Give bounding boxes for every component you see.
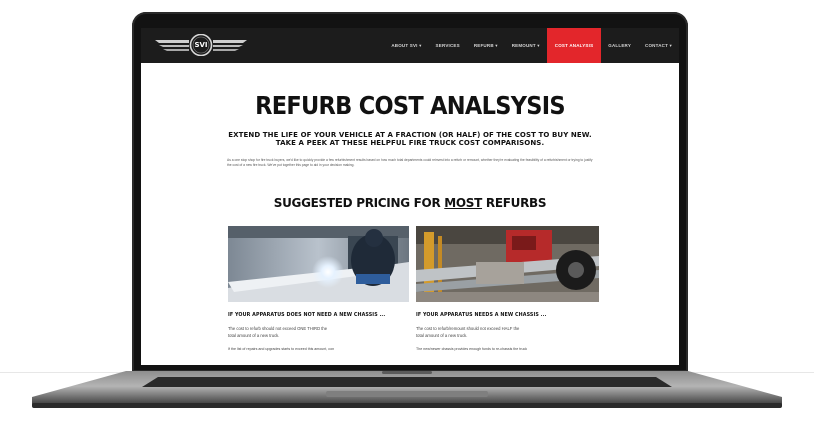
card-text-line: total amount of a new truck. (416, 333, 468, 338)
subtitle-line-1: EXTEND THE LIFE OF YOUR VEHICLE AT A FRA… (228, 131, 592, 139)
card-text-line: total amount of a new truck. (228, 333, 280, 338)
page-title: REFURB COST ANALSYSIS (255, 91, 566, 120)
card-text-line: The cost to refurb/remount should not ex… (416, 326, 520, 331)
card-text-line: The cost to refurb should not exceed ONE… (228, 326, 328, 331)
nav-item-about[interactable]: ABOUT SVI ▾ (384, 28, 428, 63)
site-logo[interactable]: SVI (153, 34, 249, 56)
nav-item-gallery[interactable]: GALLERY (601, 28, 638, 63)
intro-paragraph: As a one stop shop for fire truck buyers… (227, 158, 593, 167)
site-nav-bar: SVI ABOUT SVI ▾ SERVICES REFURB ▾ REMOUN… (141, 28, 679, 63)
card-heading-new-chassis: IF YOUR APPARATUS NEEDS A NEW CHASSIS ..… (416, 313, 547, 318)
laptop-screen: SVI ABOUT SVI ▾ SERVICES REFURB ▾ REMOUN… (141, 28, 679, 365)
nav-item-remount[interactable]: REMOUNT ▾ (505, 28, 547, 63)
nav-item-contact[interactable]: CONTACT ▾ (638, 28, 679, 63)
pricing-heading: SUGGESTED PRICING FOR MOST REFURBS (141, 196, 679, 210)
chassis-photo (416, 226, 599, 302)
laptop-base (30, 371, 784, 409)
pricing-heading-post: REFURBS (482, 196, 547, 210)
card-text-line: If the list of repairs and upgrades star… (228, 347, 335, 351)
nav-item-cost-analysis[interactable]: COST ANALYSIS (546, 28, 602, 63)
nav-item-refurb[interactable]: REFURB ▾ (467, 28, 505, 63)
page-subtitle: EXTEND THE LIFE OF YOUR VEHICLE AT A FRA… (141, 131, 679, 147)
card-text-line: The new/newer chassis provides enough fu… (416, 347, 528, 351)
nav-item-services[interactable]: SERVICES (429, 28, 467, 63)
card-heading-no-new-chassis: IF YOUR APPARATUS DOES NOT NEED A NEW CH… (228, 313, 386, 318)
logo-text: SVI (194, 41, 208, 49)
subtitle-line-2: TAKE A PEEK AT THESE HELPFUL FIRE TRUCK … (275, 139, 545, 147)
pricing-heading-emphasis: MOST (444, 196, 483, 210)
pricing-heading-pre: SUGGESTED PRICING FOR (273, 196, 445, 210)
nav-menu: ABOUT SVI ▾ SERVICES REFURB ▾ REMOUNT ▾ … (384, 28, 679, 63)
welding-photo (228, 226, 409, 302)
